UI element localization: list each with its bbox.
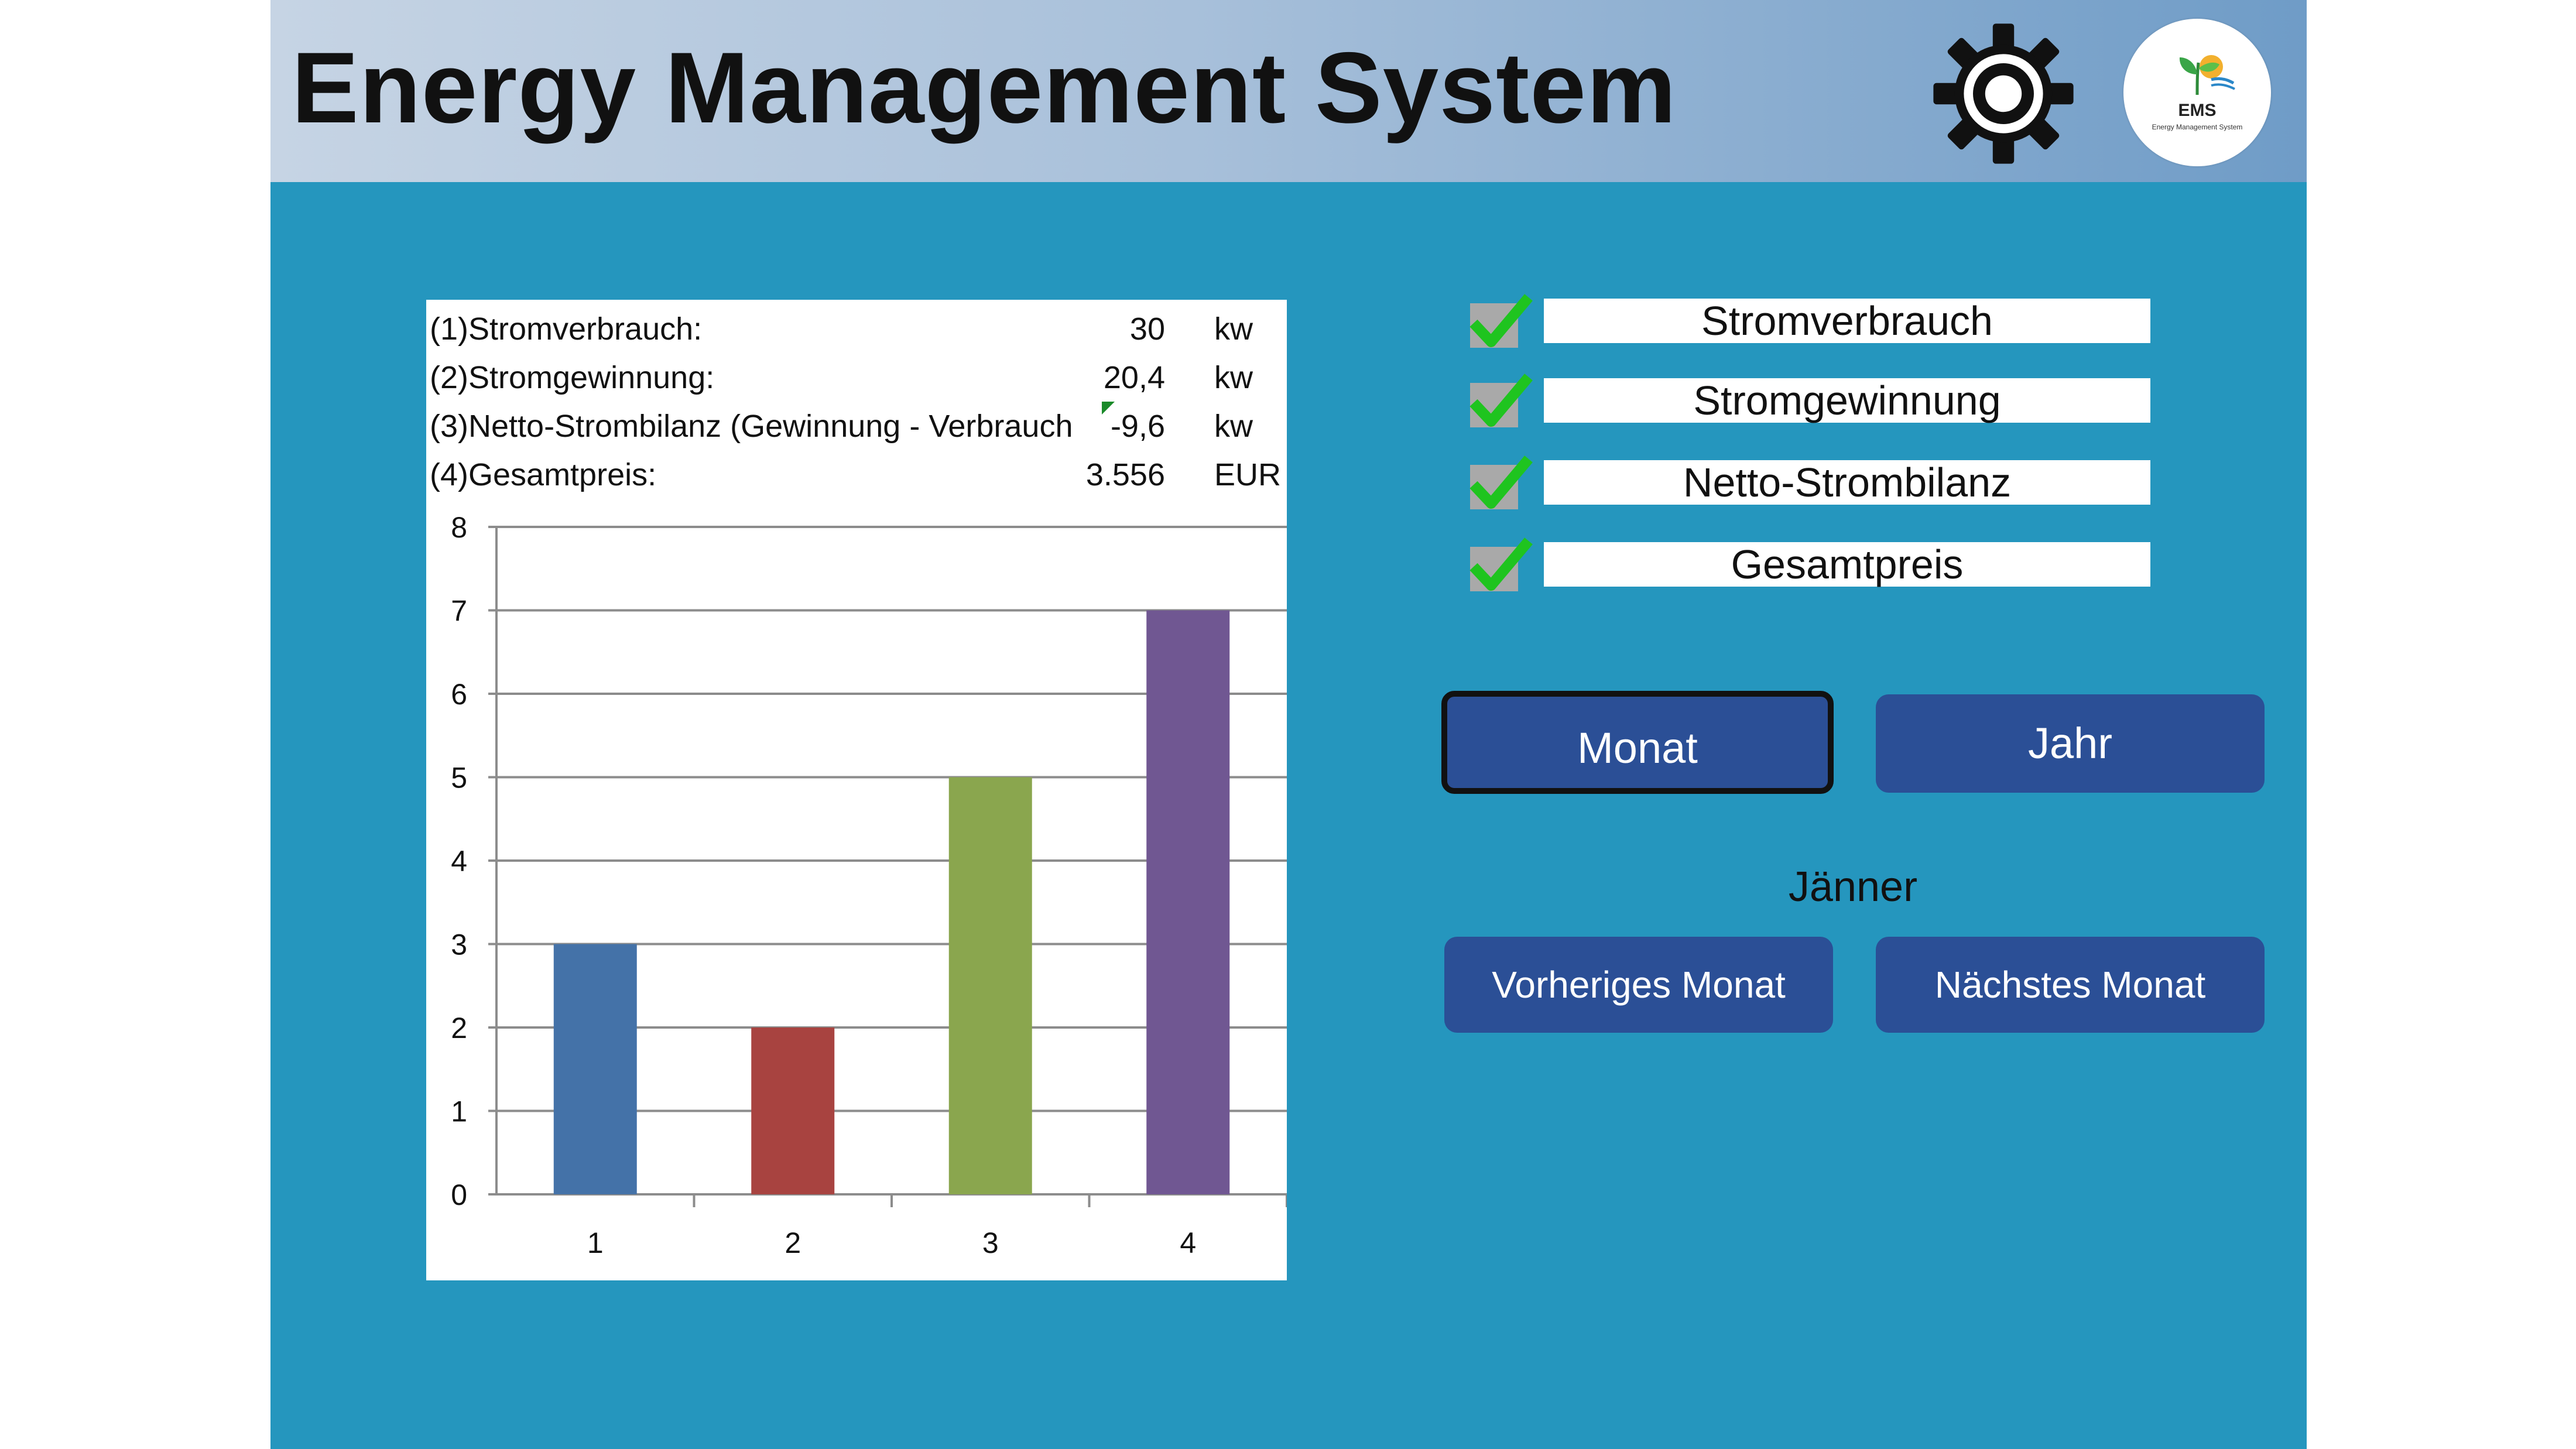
- x-tick-label: 1: [587, 1227, 604, 1259]
- series-label: Netto-Strombilanz: [1544, 460, 2150, 505]
- y-tick-label: 5: [451, 762, 467, 794]
- previous-month-button[interactable]: Vorheriges Monat: [1444, 937, 1833, 1033]
- current-month-label: Jänner: [1788, 864, 1918, 910]
- x-tick-label: 4: [1180, 1227, 1196, 1259]
- y-tick-label: 8: [451, 511, 467, 544]
- ems-logo: EMS Energy Management System: [2123, 19, 2271, 166]
- x-tick-label: 2: [785, 1227, 801, 1259]
- bar-3: [948, 777, 1032, 1194]
- series-label: Stromgewinnung: [1544, 378, 2150, 423]
- y-tick-label: 4: [451, 845, 467, 878]
- bar-2: [751, 1027, 835, 1194]
- logo-subtitle: Energy Management System: [2152, 123, 2243, 131]
- checkbox-checked-icon[interactable]: [1468, 372, 1556, 431]
- header-bar: Energy Management System EMS Energy Mana…: [270, 0, 2307, 182]
- checkbox-checked-icon[interactable]: [1468, 536, 1556, 595]
- series-label: Gesamtpreis: [1544, 542, 2150, 587]
- month-view-button[interactable]: Monat: [1441, 691, 1834, 794]
- gear-icon[interactable]: [1927, 18, 2080, 170]
- y-tick-label: 0: [451, 1179, 467, 1211]
- year-view-button[interactable]: Jahr: [1876, 694, 2265, 793]
- bar-1: [553, 944, 637, 1194]
- checkbox-checked-icon[interactable]: [1468, 454, 1556, 513]
- y-tick-label: 6: [451, 678, 467, 711]
- y-tick-label: 3: [451, 929, 467, 961]
- leaf-sun-icon: [2179, 55, 2235, 95]
- series-label: Stromverbrauch: [1544, 299, 2150, 343]
- app-window: Energy Management System EMS Energy Mana…: [270, 0, 2307, 1449]
- y-tick-label: 7: [451, 595, 467, 628]
- x-tick-label: 3: [982, 1227, 999, 1259]
- chart-panel: (1)Stromverbrauch: 30 kw (2)Stromgewinnu…: [426, 300, 1287, 1280]
- y-tick-label: 1: [451, 1095, 467, 1128]
- checkbox-checked-icon[interactable]: [1468, 293, 1556, 351]
- next-month-button[interactable]: Nächstes Monat: [1876, 937, 2265, 1033]
- bar-4: [1146, 610, 1230, 1194]
- y-tick-label: 2: [451, 1012, 467, 1044]
- bar-chart: 0 1 2 3 4 5 6 7 8 1 2 3 4: [451, 511, 1287, 1259]
- logo-abbreviation: EMS: [2178, 101, 2217, 120]
- app-title: Energy Management System: [292, 32, 1677, 144]
